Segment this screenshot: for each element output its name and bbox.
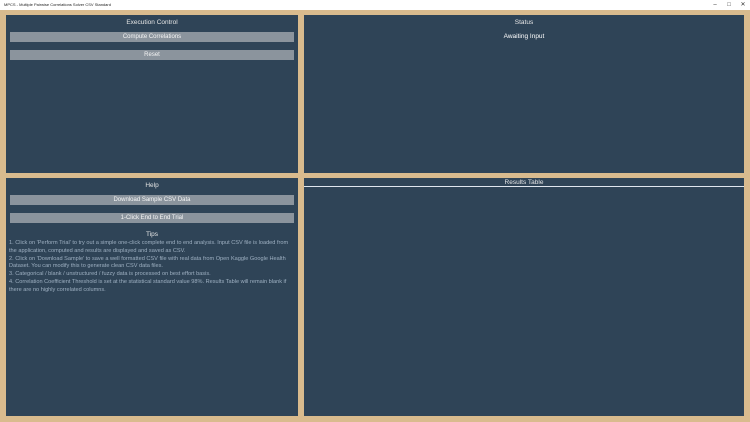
reset-button[interactable]: Reset: [10, 50, 294, 60]
download-sample-button[interactable]: Download Sample CSV Data: [10, 195, 294, 205]
execution-control-panel: Execution Control Compute Correlations R…: [6, 15, 298, 173]
end-to-end-trial-button[interactable]: 1-Click End to End Trial: [10, 213, 294, 223]
execution-control-title: Execution Control: [126, 19, 178, 26]
results-table-header-divider: [304, 186, 744, 187]
tips-title: Tips: [145, 231, 159, 238]
results-table-panel: Results Table: [304, 178, 744, 416]
window-title: MPCS - Multiple Pairwise Correlations So…: [4, 2, 111, 7]
tip-item: 2. Click on 'Download Sample' to save a …: [9, 255, 286, 270]
tip-item: 1. Click on 'Perform Trial' to try out a…: [9, 240, 289, 254]
status-panel: Status Awaiting Input: [304, 15, 744, 173]
help-panel: Help Download Sample CSV Data 1-Click En…: [6, 178, 298, 416]
tip-item: 3. Categorical / blank / unstructured / …: [9, 271, 211, 278]
maximize-button[interactable]: □: [722, 0, 736, 10]
status-value: Awaiting Input: [503, 33, 545, 40]
close-button[interactable]: ✕: [736, 0, 750, 10]
minimize-button[interactable]: –: [708, 0, 722, 10]
tips-text: 1. Click on 'Perform Trial' to try out a…: [9, 240, 293, 295]
title-bar: MPCS - Multiple Pairwise Correlations So…: [0, 0, 750, 10]
status-title: Status: [514, 19, 534, 26]
help-title: Help: [145, 182, 159, 189]
tip-item: 4. Correlation Coefficient Threshold is …: [9, 278, 287, 293]
results-table-title: Results Table: [504, 179, 544, 186]
compute-correlations-button[interactable]: Compute Correlations: [10, 32, 294, 42]
